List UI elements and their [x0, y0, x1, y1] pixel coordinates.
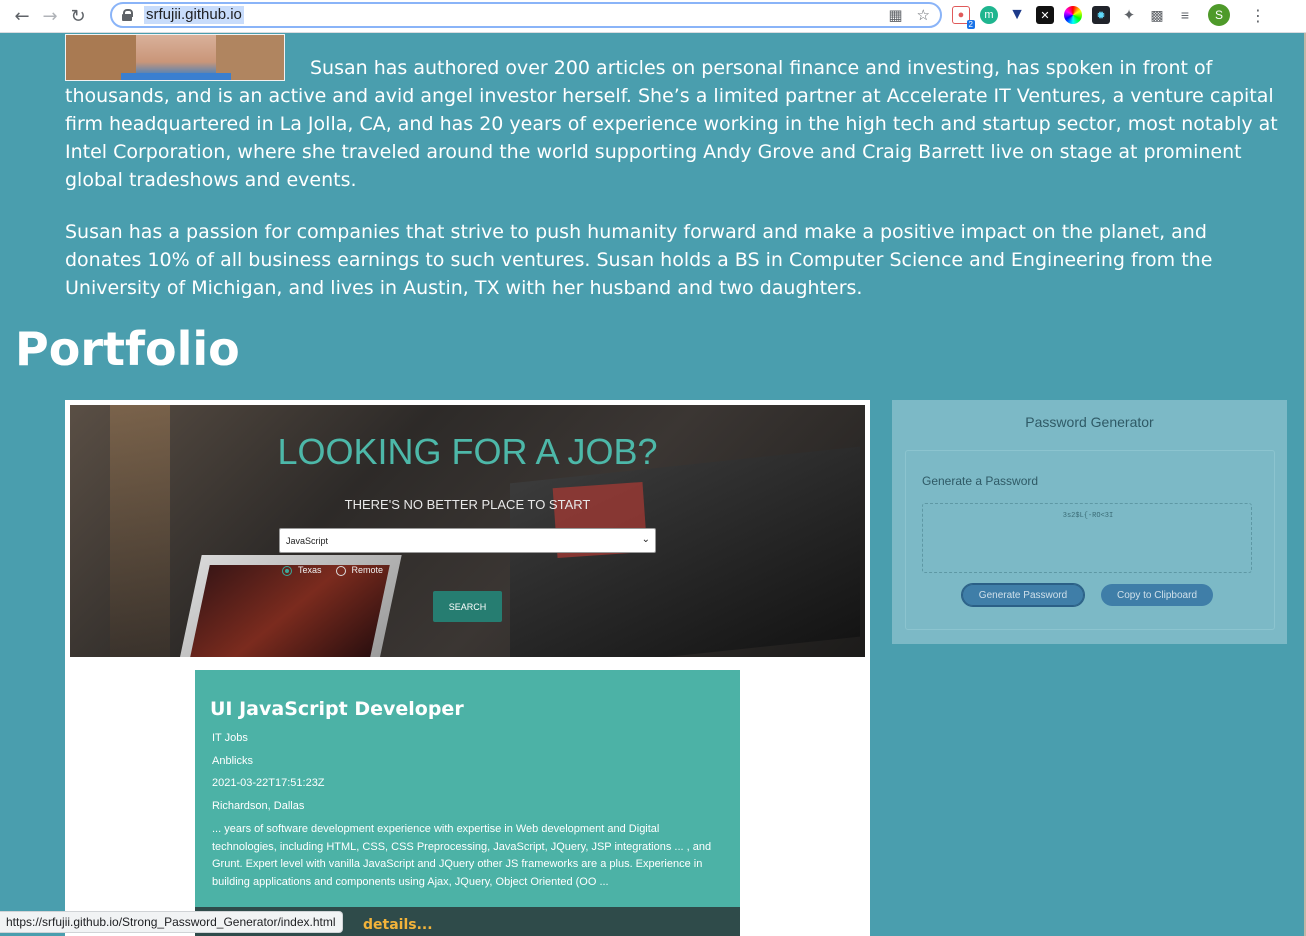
hero-title: LOOKING FOR A JOB?	[277, 431, 658, 472]
extension-icon-v[interactable]: ▼	[1008, 6, 1026, 24]
extensions-bar: ● 2 m ▼ ✕ ✹ ✦ ▩ ≡ S ⋮	[952, 4, 1266, 29]
extension-badge: 2	[966, 20, 975, 29]
address-bar[interactable]: srfujii.github.io ▦ ☆	[110, 2, 942, 28]
job-select-value: JavaScript	[286, 535, 329, 546]
puzzle-extensions-icon[interactable]: ✦	[1120, 6, 1138, 24]
password-text: 3s2$L{-RO<3I	[1062, 512, 1114, 520]
radio-texas-label: Texas	[298, 565, 322, 575]
more-menu-icon[interactable]: ⋮	[1250, 6, 1266, 25]
password-output[interactable]: 3s2$L{-RO<3I	[922, 503, 1252, 573]
job-posted-date: 2021-03-22T17:51:23Z	[212, 777, 325, 789]
cast-icon[interactable]: ▩	[1148, 6, 1166, 24]
radio-texas[interactable]: Texas	[282, 565, 322, 576]
radio-remote-button[interactable]	[335, 565, 346, 576]
location-radio-group: Texas Remote	[282, 565, 383, 576]
react-devtools-icon[interactable]: ✹	[1092, 6, 1110, 24]
pw-title: Password Generator	[1025, 414, 1154, 430]
reading-list-icon[interactable]: ≡	[1176, 6, 1194, 24]
link-status-bubble: https://srfujii.github.io/Strong_Passwor…	[0, 911, 343, 933]
job-result-card: UI JavaScript Developer IT Jobs Anblicks…	[195, 670, 740, 936]
reload-icon[interactable]: ↻	[64, 2, 92, 30]
chevron-down-icon: ⌄	[641, 534, 650, 545]
portfolio-item-password-generator[interactable]: Password Generator Generate a Password 3…	[892, 400, 1287, 644]
job-details-link[interactable]: details...	[363, 917, 433, 933]
bio-section: Susan has authored over 200 articles on …	[65, 54, 1280, 326]
portfolio-heading: Portfolio	[15, 322, 240, 376]
job-title: UI JavaScript Developer	[210, 698, 464, 720]
job-keyword-select[interactable]: JavaScript ⌄	[279, 528, 656, 553]
radio-texas-button[interactable]	[282, 565, 292, 576]
forward-icon[interactable]: →	[36, 2, 64, 30]
profile-avatar[interactable]: S	[1208, 4, 1230, 26]
url-text[interactable]: srfujii.github.io	[144, 6, 244, 24]
browser-toolbar: ← → ↻ srfujii.github.io ▦ ☆ ● 2 m ▼ ✕ ✹ ✦…	[0, 0, 1306, 33]
bio-paragraph-1: Susan has authored over 200 articles on …	[65, 57, 1278, 191]
job-category: IT Jobs	[212, 732, 248, 744]
hero-subtitle: THERE'S NO BETTER PLACE TO START	[344, 497, 591, 512]
job-description: ... years of software development experi…	[212, 823, 712, 888]
extension-icon-x[interactable]: ✕	[1036, 6, 1054, 24]
job-finder-hero: LOOKING FOR A JOB? THERE'S NO BETTER PLA…	[70, 405, 865, 657]
lock-icon[interactable]	[122, 9, 133, 21]
job-location: Richardson, Dallas	[212, 800, 305, 812]
bio-paragraph-2: Susan has a passion for companies that s…	[65, 221, 1213, 299]
generate-password-button[interactable]: Generate Password	[961, 583, 1085, 607]
extension-icon-m[interactable]: m	[980, 6, 998, 24]
search-button[interactable]: SEARCH	[433, 591, 502, 622]
radio-remote-label: Remote	[351, 565, 384, 575]
back-icon[interactable]: ←	[8, 2, 36, 30]
radio-remote[interactable]: Remote	[335, 565, 384, 576]
qr-code-icon[interactable]: ▦	[888, 6, 902, 24]
pw-subtitle: Generate a Password	[922, 474, 1039, 488]
portfolio-item-job-finder[interactable]: LOOKING FOR A JOB? THERE'S NO BETTER PLA…	[65, 400, 870, 936]
color-picker-extension-icon[interactable]	[1064, 6, 1082, 24]
job-company: Anblicks	[212, 755, 253, 767]
bookmark-star-icon[interactable]: ☆	[917, 6, 930, 24]
pw-card: Generate a Password 3s2$L{-RO<3I Generat…	[905, 450, 1275, 630]
copy-to-clipboard-button[interactable]: Copy to Clipboard	[1101, 584, 1213, 606]
extension-icon-1[interactable]: ● 2	[952, 6, 975, 29]
